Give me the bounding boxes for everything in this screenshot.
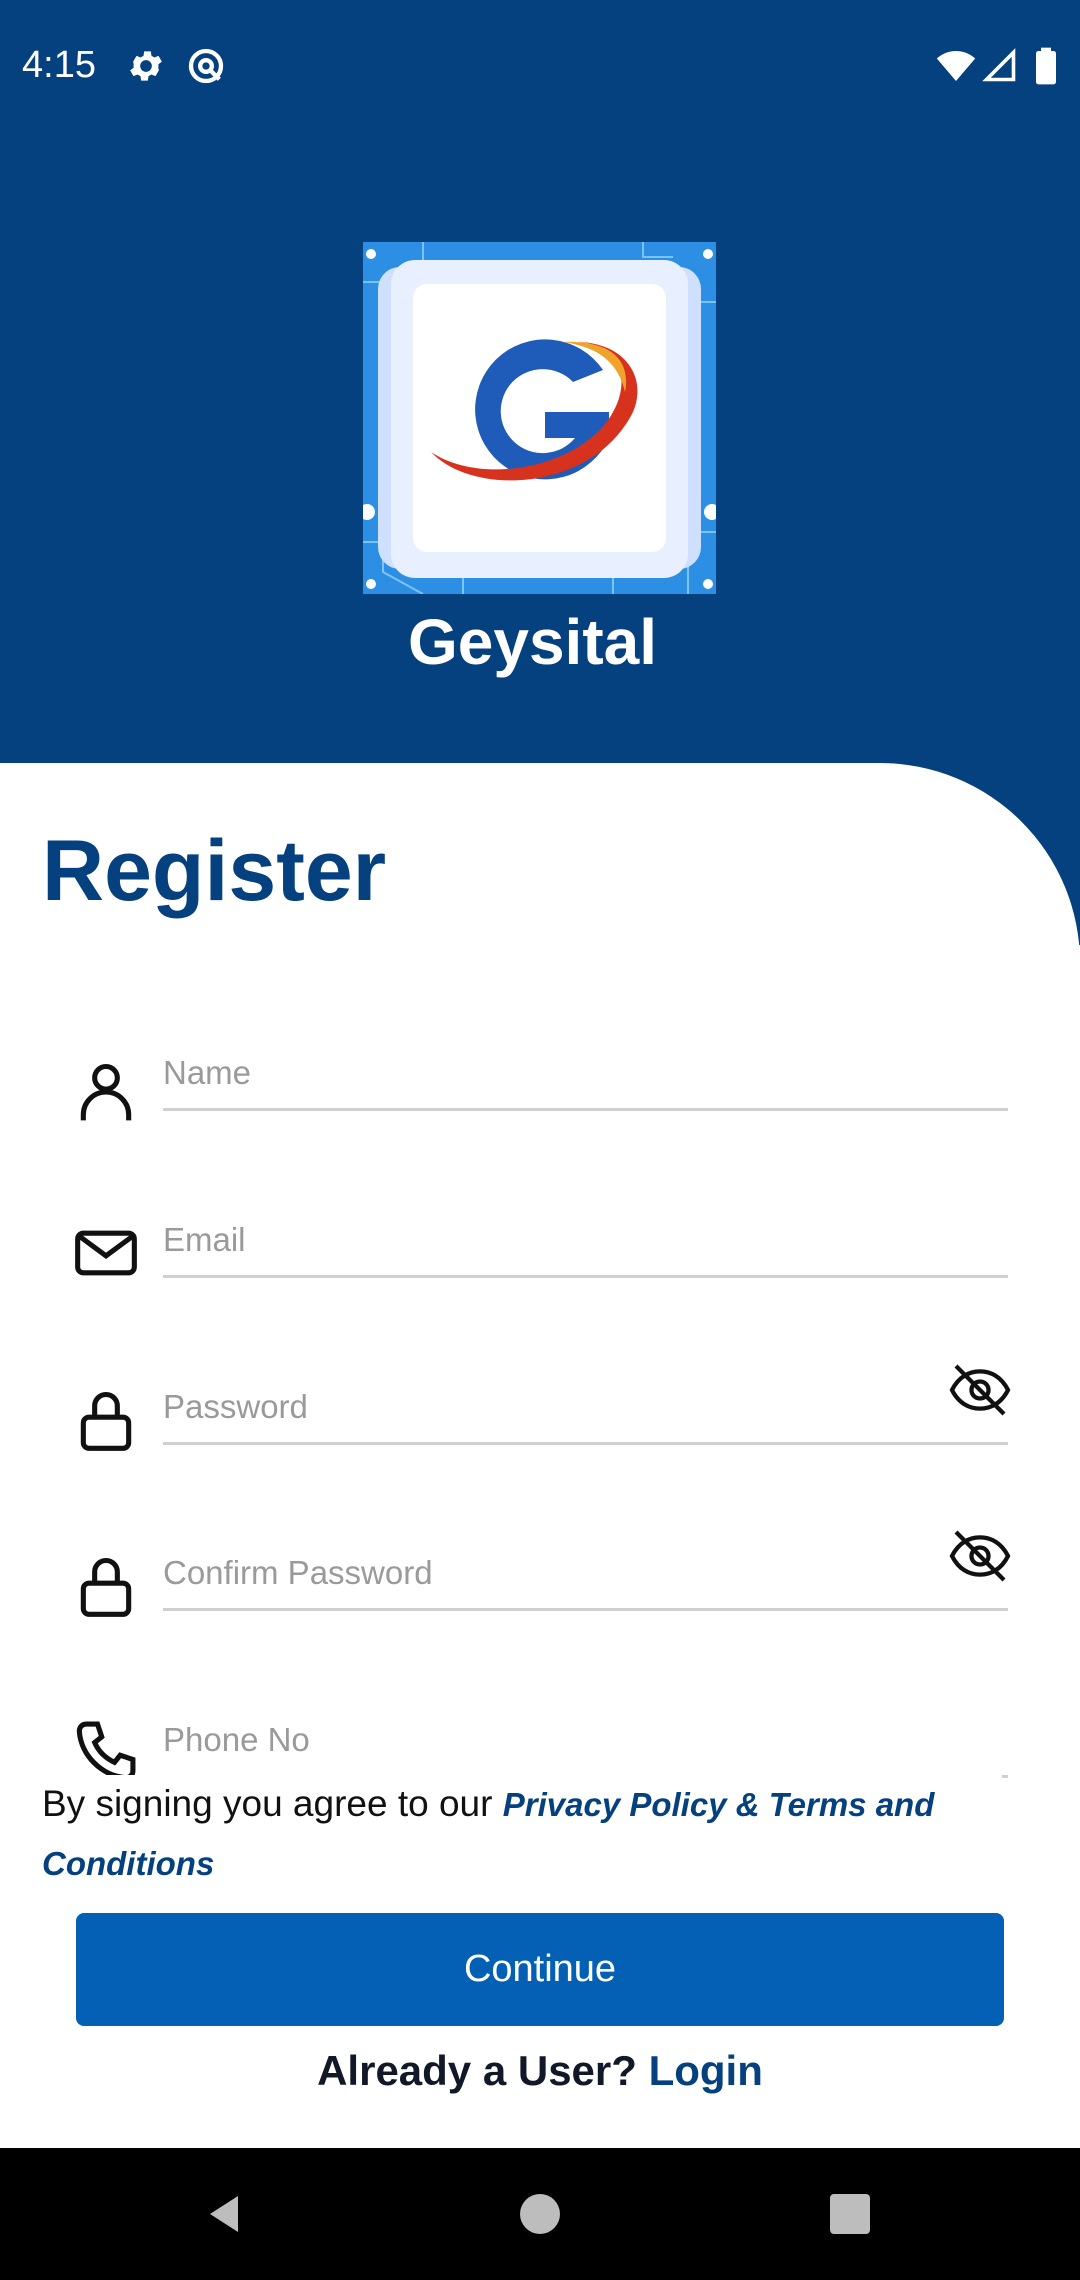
phone-input[interactable] xyxy=(163,1705,1008,1778)
login-prompt: Already a User? Login xyxy=(0,2047,1080,2095)
cellular-signal-icon xyxy=(982,48,1016,82)
name-input[interactable] xyxy=(163,1038,1008,1111)
at-sign-icon xyxy=(188,48,224,84)
already-user-text: Already a User? xyxy=(317,2047,637,2094)
terms-prefix: By signing you agree to our xyxy=(42,1783,503,1824)
email-input[interactable] xyxy=(163,1205,1008,1278)
status-time: 4:15 xyxy=(22,44,96,86)
app-logo xyxy=(363,242,716,594)
home-icon[interactable] xyxy=(516,2190,564,2238)
terms-text: By signing you agree to our Privacy Poli… xyxy=(42,1775,1002,1893)
lock-icon xyxy=(80,1392,132,1451)
confirm-password-input[interactable] xyxy=(163,1538,1008,1611)
eye-off-icon[interactable] xyxy=(948,1358,1012,1422)
email-field-row xyxy=(0,1205,1080,1335)
back-icon[interactable] xyxy=(200,2190,248,2238)
password-field-row xyxy=(0,1364,1080,1502)
mail-icon xyxy=(75,1230,137,1276)
wifi-icon xyxy=(936,51,976,81)
app-name: Geysital xyxy=(407,606,658,678)
lock-icon xyxy=(80,1558,132,1617)
recents-icon[interactable] xyxy=(826,2190,874,2238)
name-field-row xyxy=(0,1038,1080,1168)
gear-icon xyxy=(130,51,162,81)
login-link[interactable]: Login xyxy=(649,2047,763,2094)
password-input[interactable] xyxy=(163,1372,1008,1445)
status-bar: 4:15 xyxy=(0,0,1080,135)
page-title: Register xyxy=(42,823,387,919)
battery-icon xyxy=(1036,47,1056,85)
continue-button[interactable]: Continue xyxy=(76,1913,1004,2026)
confirm-password-field-row xyxy=(0,1530,1080,1668)
eye-off-icon[interactable] xyxy=(948,1524,1012,1588)
person-icon xyxy=(80,1063,132,1121)
